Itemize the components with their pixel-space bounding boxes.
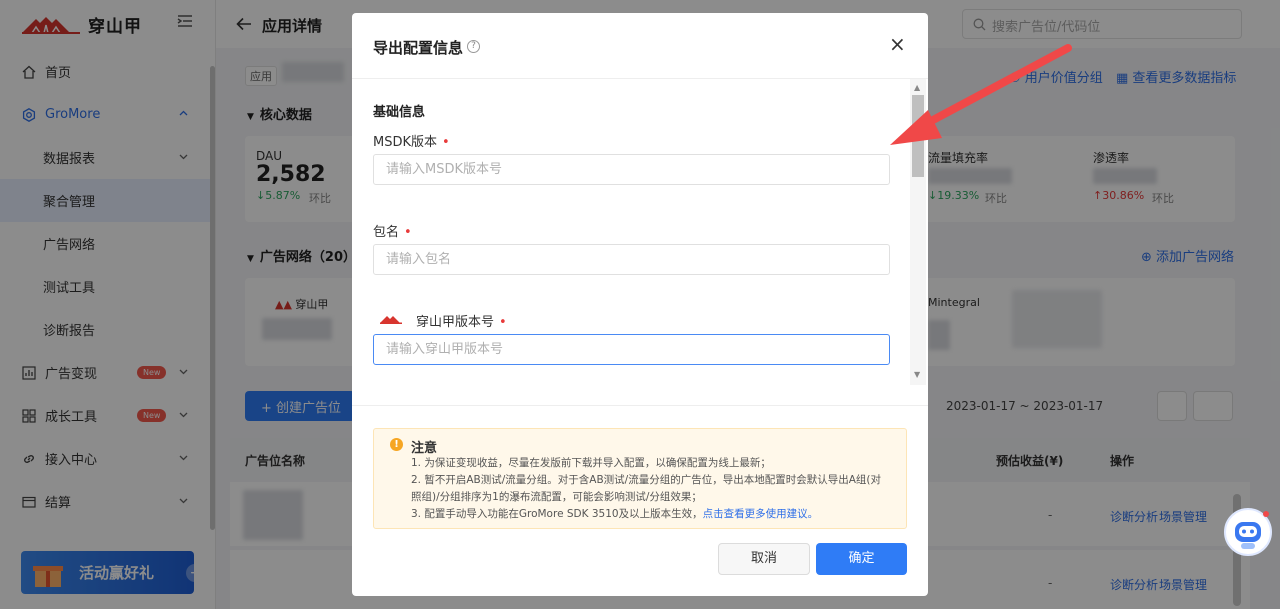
pangle-version-input[interactable] bbox=[373, 334, 890, 365]
notice-box: ! 注意 1. 为保证变现收益，尽量在发版前下载并导入配置，以确保配置为线上最新… bbox=[373, 428, 907, 529]
msdk-version-input[interactable] bbox=[373, 154, 890, 185]
modal-scrollbar-thumb[interactable] bbox=[912, 95, 924, 177]
modal-form: 基础信息 MSDK版本• 包名• 穿山甲版本号• ▲ ▼ bbox=[352, 79, 928, 385]
export-config-modal: 导出配置信息 ? × 基础信息 MSDK版本• 包名• 穿山甲版本号• ▲ ▼ … bbox=[352, 13, 928, 596]
notice-title: 注意 bbox=[411, 441, 438, 456]
warning-icon: ! bbox=[390, 438, 403, 451]
robot-icon bbox=[1235, 511, 1269, 549]
package-name-input[interactable] bbox=[373, 244, 890, 275]
usage-tips-link[interactable]: 点击查看更多使用建议。 bbox=[703, 508, 819, 520]
close-button[interactable]: × bbox=[889, 34, 906, 54]
section-title: 基础信息 bbox=[373, 105, 426, 120]
pangle-version-label: 穿山甲版本号 • bbox=[416, 315, 507, 330]
divider bbox=[352, 405, 928, 406]
notice-line: 2. 暂不开启AB测试/流量分组。对于含AB测试/流量分组的广告位，导出本地配置… bbox=[411, 474, 881, 486]
notice-line: 1. 为保证变现收益，尽量在发版前下载并导入配置，以确保配置为线上最新； bbox=[411, 457, 771, 469]
notice-line: 照组)/分组排序为1的瀑布流配置，可能会影响测试/分组效果； bbox=[411, 491, 702, 503]
scroll-up-icon[interactable]: ▲ bbox=[914, 83, 920, 92]
brand-logo-icon bbox=[380, 316, 402, 324]
assistant-bot[interactable] bbox=[1224, 508, 1272, 556]
package-name-label: 包名 • bbox=[373, 225, 412, 240]
confirm-button[interactable]: 确定 bbox=[816, 543, 907, 575]
modal-title: 导出配置信息 bbox=[373, 39, 464, 57]
scroll-down-icon[interactable]: ▼ bbox=[914, 370, 920, 379]
msdk-version-label: MSDK版本 • bbox=[373, 135, 450, 150]
notice-line: 3. 配置手动导入功能在GroMore SDK 3510及以上版本生效，点击查看… bbox=[411, 508, 819, 520]
cancel-button[interactable]: 取消 bbox=[718, 543, 810, 575]
help-icon[interactable]: ? bbox=[467, 40, 480, 53]
